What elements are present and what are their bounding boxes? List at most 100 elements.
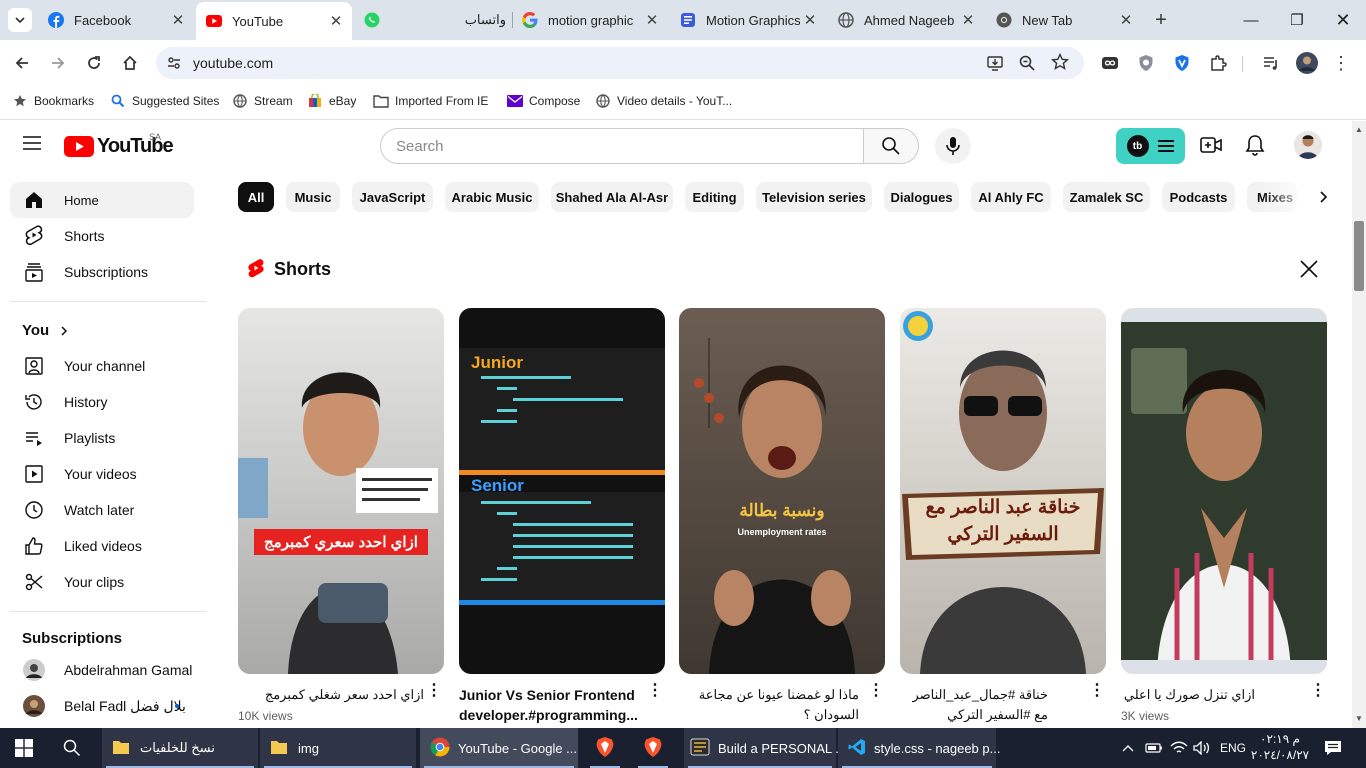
notifications-center-button[interactable] bbox=[1324, 728, 1342, 768]
sidebar-item-watch-later[interactable]: Watch later bbox=[10, 492, 194, 528]
chip-dialogues[interactable]: Dialogues bbox=[884, 182, 959, 212]
bookmark-imported-from-ie[interactable]: Imported From IE bbox=[373, 93, 488, 109]
close-icon[interactable]: ✕ bbox=[642, 11, 662, 29]
media-controls-icon[interactable] bbox=[1256, 48, 1286, 78]
start-button[interactable] bbox=[0, 728, 48, 768]
bookmark-video-details[interactable]: Video details - YouT... bbox=[595, 93, 732, 109]
back-button[interactable] bbox=[5, 46, 39, 80]
close-icon[interactable]: ✕ bbox=[168, 11, 188, 29]
close-icon[interactable]: ✕ bbox=[958, 11, 978, 29]
extensions-puzzle-icon[interactable] bbox=[1203, 48, 1233, 78]
clock[interactable]: م ٠٢:١٩ ٢٠٢٤/٠٨/٢٧ bbox=[1250, 728, 1310, 768]
bookmark-stream[interactable]: Stream bbox=[232, 93, 293, 109]
new-tab-button[interactable]: + bbox=[1149, 8, 1173, 32]
notifications-button[interactable] bbox=[1245, 134, 1265, 161]
reload-button[interactable] bbox=[77, 46, 111, 80]
sidebar-item-home[interactable]: Home bbox=[10, 182, 194, 218]
profile-avatar[interactable] bbox=[1292, 48, 1322, 78]
taskbar-item-brave-1[interactable] bbox=[582, 728, 628, 768]
short-thumbnail[interactable] bbox=[1121, 308, 1327, 674]
chip-al-ahly-fc[interactable]: Al Ahly FC bbox=[971, 182, 1051, 212]
chips-next-button[interactable] bbox=[1306, 180, 1340, 214]
voice-search-button[interactable] bbox=[935, 128, 971, 164]
taskbar-item-chrome[interactable]: YouTube - Google ... bbox=[420, 728, 578, 768]
create-button[interactable] bbox=[1200, 134, 1222, 161]
dismiss-shelf-button[interactable] bbox=[1298, 258, 1320, 285]
bookmark-compose[interactable]: Compose bbox=[507, 93, 580, 109]
home-button[interactable] bbox=[113, 46, 147, 80]
bookmark-ebay[interactable]: eBay bbox=[307, 93, 356, 109]
tab-new-tab[interactable]: New Tab ✕ bbox=[986, 6, 1142, 34]
sidebar-item-playlists[interactable]: Playlists bbox=[10, 420, 194, 456]
tab-motion-graphic-search[interactable]: motion graphic ✕ bbox=[512, 6, 668, 34]
address-bar[interactable]: youtube.com bbox=[156, 47, 1084, 79]
short-more-button[interactable]: ⋮ bbox=[1310, 683, 1326, 699]
sidebar-item-subscriptions[interactable]: Subscriptions bbox=[10, 254, 194, 290]
tray-overflow-button[interactable] bbox=[1122, 728, 1134, 768]
taskbar-item-folder-backgrounds[interactable]: نسخ للخلفيات bbox=[102, 728, 258, 768]
volume-icon[interactable] bbox=[1193, 728, 1211, 768]
close-icon[interactable]: ✕ bbox=[800, 11, 820, 29]
sidebar-item-history[interactable]: History bbox=[10, 384, 194, 420]
short-thumbnail[interactable]: ازاي احدد سعري كمبرمج bbox=[238, 308, 444, 674]
short-more-button[interactable]: ⋮ bbox=[1089, 683, 1105, 699]
sidebar-subscription-abdelrahman-gamal[interactable]: Abdelrahman Gamal bbox=[10, 652, 194, 688]
chip-javascript[interactable]: JavaScript bbox=[352, 182, 433, 212]
sidebar-subscription-belal-fadl[interactable]: Belal Fadl بلال فضل bbox=[10, 688, 194, 724]
youtube-logo[interactable]: YouTube SA bbox=[64, 132, 174, 158]
taskbar-search-button[interactable] bbox=[48, 728, 96, 768]
tab-motion-graphics-doc[interactable]: Motion Graphics ✕ bbox=[670, 6, 826, 34]
sidebar-item-liked-videos[interactable]: Liked videos bbox=[10, 528, 194, 564]
extension-v-shield-icon[interactable] bbox=[1167, 48, 1197, 78]
scroll-down-icon[interactable]: ▼ bbox=[1355, 714, 1363, 723]
taskbar-item-brave-2[interactable] bbox=[630, 728, 676, 768]
short-thumbnail[interactable]: ونسبة بطالة Unemployment rates bbox=[679, 308, 885, 674]
chip-zamalek-sc[interactable]: Zamalek SC bbox=[1063, 182, 1150, 212]
sidebar-you-header[interactable]: You bbox=[22, 322, 69, 339]
chip-arabic-music[interactable]: Arabic Music bbox=[445, 182, 539, 212]
short-title[interactable]: خناقة #جمال_عبد_الناصر مع #السفير التركي bbox=[900, 685, 1048, 725]
browser-menu-button[interactable]: ⋮ bbox=[1326, 48, 1356, 78]
forward-button[interactable] bbox=[41, 46, 75, 80]
zoom-icon[interactable] bbox=[1018, 54, 1036, 77]
sidebar-item-your-videos[interactable]: Your videos bbox=[10, 456, 194, 492]
account-avatar[interactable] bbox=[1294, 131, 1322, 159]
bookmark-suggested-sites[interactable]: Suggested Sites bbox=[110, 93, 219, 109]
sidebar-item-your-channel[interactable]: Your channel bbox=[10, 348, 194, 384]
tab-whatsapp[interactable]: واتساب bbox=[354, 6, 510, 34]
input-language-indicator[interactable]: ENG bbox=[1220, 728, 1246, 768]
page-scrollbar[interactable]: ▲ ▼ bbox=[1352, 121, 1366, 728]
close-window-button[interactable]: ✕ bbox=[1320, 0, 1366, 40]
bookmark-bookmarks[interactable]: Bookmarks bbox=[12, 93, 94, 109]
battery-icon[interactable] bbox=[1145, 728, 1163, 768]
close-icon[interactable]: ✕ bbox=[326, 12, 346, 30]
taskbar-item-vscode[interactable]: style.css - nageeb p... bbox=[838, 728, 1000, 768]
tab-youtube[interactable]: YouTube ✕ bbox=[196, 2, 352, 40]
short-title[interactable]: ازاي تنزل صورك يا اعلي كوالتي bbox=[1121, 685, 1255, 705]
short-title[interactable]: ازاي احدد سعر شغلي كمبرمج bbox=[238, 685, 424, 705]
taskbar-item-folder-img[interactable]: img bbox=[260, 728, 416, 768]
short-thumbnail[interactable]: خناقة عبد الناصر مع السفير التركي bbox=[900, 308, 1106, 674]
tab-ahmed-nageeb[interactable]: Ahmed Nageeb ✕ bbox=[828, 6, 984, 34]
sidebar-item-shorts[interactable]: Shorts bbox=[10, 218, 194, 254]
search-button[interactable] bbox=[863, 128, 919, 164]
extension-infinity-icon[interactable] bbox=[1095, 48, 1125, 78]
close-icon[interactable]: ✕ bbox=[1116, 11, 1136, 29]
short-more-button[interactable]: ⋮ bbox=[426, 683, 442, 699]
restore-button[interactable]: ❐ bbox=[1274, 0, 1320, 40]
chip-podcasts[interactable]: Podcasts bbox=[1162, 182, 1235, 212]
wifi-icon[interactable] bbox=[1170, 728, 1188, 768]
chip-editing[interactable]: Editing bbox=[685, 182, 744, 212]
short-more-button[interactable]: ⋮ bbox=[647, 683, 663, 699]
guide-menu-button[interactable] bbox=[22, 135, 44, 155]
chip-shahed-ala-al-asr[interactable]: Shahed Ala Al-Asr bbox=[551, 182, 673, 212]
short-thumbnail[interactable]: Junior Senior bbox=[459, 308, 665, 674]
tab-search-button[interactable] bbox=[8, 8, 32, 32]
tab-facebook[interactable]: Facebook ✕ bbox=[38, 6, 194, 34]
short-title[interactable]: ماذا لو غمضنا عيونا عن مجاعة السودان ؟ bbox=[679, 685, 859, 725]
site-info-icon[interactable] bbox=[166, 55, 182, 76]
short-title[interactable]: Junior Vs Senior Frontend developer.#pro… bbox=[459, 685, 639, 725]
chip-music[interactable]: Music bbox=[286, 182, 340, 212]
short-more-button[interactable]: ⋮ bbox=[868, 683, 884, 699]
sidebar-item-your-clips[interactable]: Your clips bbox=[10, 564, 194, 600]
